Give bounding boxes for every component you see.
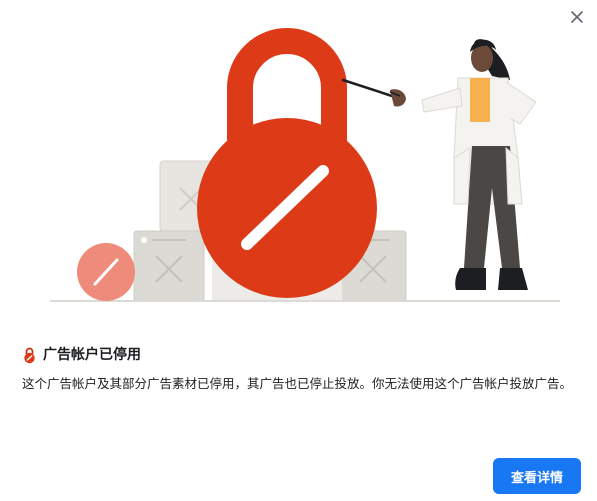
pointer-stick bbox=[341, 78, 394, 98]
account-disabled-dialog: 广告帐户已停用 这个广告帐户及其部分广告素材已停用，其广告也已停止投放。你无法使… bbox=[0, 0, 597, 501]
close-button[interactable] bbox=[564, 4, 590, 30]
disabled-account-illustration bbox=[50, 28, 560, 302]
dialog-body-text: 这个广告帐户及其部分广告素材已停用，其广告也已停止投放。你无法使用这个广告帐户投… bbox=[22, 376, 573, 391]
presenter-figure bbox=[389, 39, 537, 290]
dialog-title-row: 广告帐户已停用 bbox=[22, 345, 141, 365]
close-icon bbox=[571, 11, 583, 23]
lock-restricted-icon bbox=[24, 347, 35, 363]
view-details-button[interactable]: 查看详情 bbox=[493, 458, 581, 494]
dialog-title: 广告帐户已停用 bbox=[43, 347, 141, 363]
